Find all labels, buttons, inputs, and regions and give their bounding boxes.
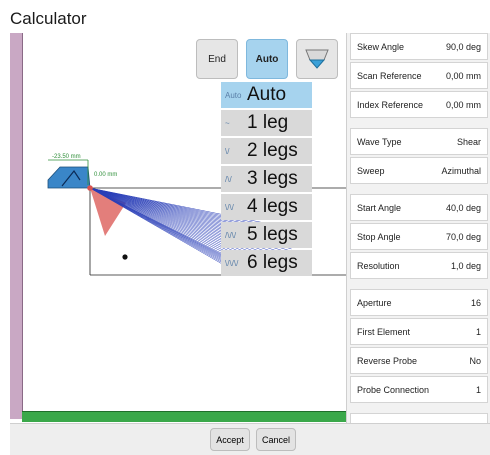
param-label: Aperture xyxy=(357,297,392,308)
param-row[interactable]: First Element 1 xyxy=(350,318,488,345)
leg-path-icon: \/ xyxy=(225,146,230,156)
auto-button[interactable]: Auto xyxy=(246,39,288,79)
probe-view-canvas[interactable]: -23.50 mm 0.00 mm End Auto Auto Auto ~1 le… xyxy=(10,33,346,423)
param-label: Wave Type xyxy=(357,136,402,147)
leg-path-icon: \/\/\/ xyxy=(225,258,239,268)
param-label: Sweep xyxy=(357,165,385,176)
legs-menu-label: 4 legs xyxy=(247,196,298,217)
footer-bar: Accept Cancel xyxy=(10,423,490,455)
cancel-button[interactable]: Cancel xyxy=(256,428,296,451)
param-row[interactable]: Reverse Probe No xyxy=(350,347,488,374)
param-value: 70,0 deg xyxy=(445,231,481,242)
horizontal-ruler xyxy=(22,411,346,422)
legs-menu-item[interactable]: ~1 leg xyxy=(221,110,312,136)
wedge-icon xyxy=(304,46,330,73)
param-value: 1 xyxy=(475,384,481,395)
legs-menu-item[interactable]: \/\/ 4 legs xyxy=(221,194,312,220)
param-row[interactable]: Index Reference 0,00 mm xyxy=(350,91,488,118)
param-label: Index Reference xyxy=(357,99,424,110)
param-row[interactable]: Stop Angle 70,0 deg xyxy=(350,223,488,250)
param-value: 40,0 deg xyxy=(445,202,481,213)
param-value: 0,00 mm xyxy=(445,70,481,81)
legs-menu-item[interactable]: \/\/\/ 6 legs xyxy=(221,250,312,276)
parameters-panel: Skew Angle 90,0 deg Scan Reference 0,00 mm I… xyxy=(346,33,490,440)
param-label: Scan Reference xyxy=(357,70,422,81)
param-label: Skew Angle xyxy=(357,41,405,52)
page-title: Calculator xyxy=(10,9,87,28)
legs-menu-label: 6 legs xyxy=(247,252,298,273)
legs-menu-item[interactable]: /\/ 3 legs xyxy=(221,166,312,192)
legs-menu-label: Auto xyxy=(247,84,287,105)
legs-menu-label: 2 legs xyxy=(247,140,298,161)
param-label: Stop Angle xyxy=(357,231,401,242)
legs-menu-label: 1 leg xyxy=(247,112,289,133)
param-value: 1,0 deg xyxy=(450,260,481,271)
end-button[interactable]: End xyxy=(196,39,238,79)
legs-menu[interactable]: Auto Auto ~1 leg \/ 2 legs /\/ 3 legs \/\/ 4 leg… xyxy=(221,82,312,278)
param-label: First Element xyxy=(357,326,411,337)
param-row[interactable]: Scan Reference 0,00 mm xyxy=(350,62,488,89)
param-label: Reverse Probe xyxy=(357,355,418,366)
legs-menu-item[interactable]: Auto Auto xyxy=(221,82,312,108)
param-value: No xyxy=(469,355,481,366)
legs-menu-label: 3 legs xyxy=(247,168,298,189)
param-row[interactable]: Sweep Azimuthal xyxy=(350,157,488,184)
param-value: 90,0 deg xyxy=(445,41,481,52)
param-row[interactable]: Wave Type Shear xyxy=(350,128,488,155)
leg-path-icon: /\/\/ xyxy=(225,230,237,240)
probe-index-label: 0.00 mm xyxy=(94,172,118,178)
leg-path-icon: /\/ xyxy=(225,174,232,184)
param-label: Probe Connection xyxy=(357,384,430,395)
param-row[interactable]: Probe Connection 1 xyxy=(350,376,488,403)
param-value: 0,00 mm xyxy=(445,99,481,110)
param-row[interactable]: Start Angle 40,0 deg xyxy=(350,194,488,221)
param-value: 16 xyxy=(470,297,481,308)
accept-button[interactable]: Accept xyxy=(210,428,250,451)
param-row[interactable]: Skew Angle 90,0 deg xyxy=(350,33,488,60)
legs-menu-item[interactable]: \/ 2 legs xyxy=(221,138,312,164)
wedge-view-button[interactable] xyxy=(296,39,338,79)
param-label: Resolution xyxy=(357,260,400,271)
legs-menu-item[interactable]: /\/\/ 5 legs xyxy=(221,222,312,248)
param-label: Start Angle xyxy=(357,202,402,213)
probe-offset-label: -23.50 mm xyxy=(52,154,81,160)
param-value: Azimuthal xyxy=(441,165,481,176)
param-row[interactable]: Aperture 16 xyxy=(350,289,488,316)
leg-path-icon: Auto xyxy=(225,90,242,100)
leg-path-icon: ~ xyxy=(225,118,230,128)
param-row[interactable]: Resolution 1,0 deg xyxy=(350,252,488,279)
param-value: Shear xyxy=(456,136,481,147)
legs-menu-label: 5 legs xyxy=(247,224,298,245)
leg-path-icon: \/\/ xyxy=(225,202,234,212)
param-value: 1 xyxy=(475,326,481,337)
